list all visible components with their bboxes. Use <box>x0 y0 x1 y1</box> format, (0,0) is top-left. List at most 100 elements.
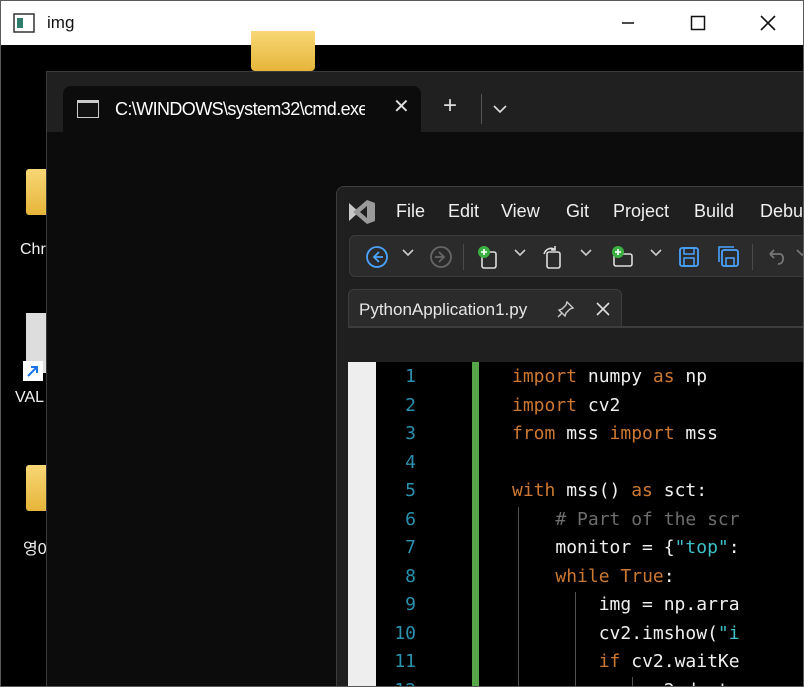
code-token: sct: <box>652 480 708 501</box>
desktop-icon-label: 영0 <box>23 541 47 558</box>
code-line: img = np.arra <box>512 594 740 615</box>
line-number: 7 <box>405 537 416 558</box>
back-icon[interactable] <box>364 244 390 270</box>
code-token: monitor = { <box>555 537 675 558</box>
line-number: 12 <box>376 680 416 687</box>
minimize-icon <box>622 22 634 24</box>
code-line: if cv2.waitKe <box>512 651 740 672</box>
editor-margin <box>348 362 376 686</box>
menu-git[interactable]: Git <box>566 201 589 222</box>
code-token: numpy <box>577 366 653 387</box>
code-token: cv2.imshow( <box>598 622 718 644</box>
keyword-token: if <box>598 651 621 672</box>
desktop-icon-label: Chr <box>20 241 46 258</box>
code-token: mss <box>674 423 718 444</box>
undo-icon[interactable] <box>764 244 790 270</box>
code-line: import numpy as np <box>512 366 707 387</box>
code-token: : <box>728 537 740 558</box>
img-window: img Chr VAL 영0 C:\WINDOWS\system32\cmd.e… <box>0 0 804 687</box>
maximize-button[interactable] <box>663 1 733 45</box>
string-token: "top" <box>674 537 729 558</box>
code-token: np <box>674 366 708 387</box>
keyword-token: import <box>609 423 675 444</box>
close-tab-icon[interactable]: ✕ <box>393 94 410 119</box>
code-token: cv2.destr <box>642 680 740 687</box>
chevron-down-icon[interactable] <box>650 248 662 258</box>
divider <box>463 244 464 270</box>
keyword-token: as <box>631 480 653 501</box>
divider <box>752 244 753 270</box>
app-window-icon <box>13 13 35 33</box>
keyword-token: from <box>512 423 556 444</box>
menu-view[interactable]: View <box>501 201 540 222</box>
code-line: cv2.imshow("i <box>512 623 740 644</box>
line-number: 4 <box>405 451 416 473</box>
chevron-down-icon[interactable] <box>796 248 804 258</box>
minimize-button[interactable] <box>593 1 663 45</box>
menu-edit[interactable]: Edit <box>448 201 479 222</box>
code-editor[interactable]: 1 import numpy as np 2 import cv2 3 from mss … <box>348 362 803 687</box>
visual-studio-window: File Edit View Git Project Build Debu Py… <box>336 186 804 687</box>
line-number: 9 <box>405 594 416 615</box>
code-line: from mss import mss <box>512 423 718 444</box>
keyword-token: import <box>512 366 578 387</box>
save-all-icon[interactable] <box>716 244 742 270</box>
code-token: mss() <box>555 480 632 501</box>
chevron-down-icon[interactable] <box>402 248 414 258</box>
code-token: mss <box>555 423 610 444</box>
code-line: import cv2 <box>512 395 620 416</box>
open-file-icon[interactable] <box>540 244 566 270</box>
terminal-tab-title: C:\WINDOWS\system32\cmd.exe <box>115 99 365 119</box>
line-number: 6 <box>405 508 416 530</box>
menu-build[interactable]: Build <box>694 201 734 222</box>
pin-icon[interactable] <box>557 300 575 318</box>
chevron-down-icon[interactable] <box>493 104 507 114</box>
toolbar <box>349 235 804 277</box>
divider <box>481 94 482 124</box>
terminal-tabbar[interactable]: C:\WINDOWS\system32\cmd.exe ✕ + <box>47 72 803 132</box>
new-item-icon[interactable] <box>476 244 502 270</box>
close-tab-icon[interactable] <box>595 301 611 317</box>
change-indicator-bar <box>472 362 479 686</box>
keyword-token: import <box>512 394 578 416</box>
code-token: : <box>663 565 675 587</box>
keyword-token: as <box>652 366 675 387</box>
new-tab-button[interactable]: + <box>443 94 457 118</box>
line-number: 3 <box>405 423 416 444</box>
menu-debug[interactable]: Debu <box>760 201 803 222</box>
menu-file[interactable]: File <box>396 201 425 222</box>
line-number: 10 <box>394 622 416 644</box>
string-token: "i <box>717 622 740 644</box>
line-number: 11 <box>394 651 416 672</box>
code-line: while True: <box>512 565 675 587</box>
visual-studio-logo-icon <box>349 200 375 224</box>
chevron-down-icon[interactable] <box>514 248 526 258</box>
img-window-title: img <box>47 13 75 32</box>
keyword-token: while <box>555 565 610 587</box>
add-item-icon[interactable] <box>610 244 636 270</box>
maximize-icon <box>690 15 706 31</box>
forward-icon[interactable] <box>428 244 454 270</box>
folder-icon[interactable] <box>251 31 315 71</box>
chevron-down-icon[interactable] <box>580 248 592 258</box>
line-number: 1 <box>405 366 416 387</box>
img-window-titlebar[interactable]: img <box>1 1 803 45</box>
line-number: 8 <box>405 565 416 587</box>
line-number: 2 <box>405 394 416 416</box>
keyword-token: True <box>620 565 664 587</box>
line-number: 5 <box>405 480 416 501</box>
save-icon[interactable] <box>676 244 702 270</box>
code-line: with mss() as sct: <box>512 480 707 501</box>
code-token: img = np.arra <box>598 594 740 615</box>
keyword-token: with <box>512 480 556 501</box>
comment-token: # Part of the scr <box>555 508 740 530</box>
close-button[interactable] <box>733 1 803 45</box>
code-line: # Part of the scr <box>512 508 740 530</box>
document-tab-title: PythonApplication1.py <box>359 300 528 319</box>
menu-project[interactable]: Project <box>613 201 669 222</box>
document-tab[interactable]: PythonApplication1.py <box>348 289 622 327</box>
terminal-tab[interactable]: C:\WINDOWS\system32\cmd.exe ✕ <box>63 86 421 132</box>
cmd-icon <box>77 100 99 118</box>
code-token: cv2.waitKe <box>620 651 740 672</box>
